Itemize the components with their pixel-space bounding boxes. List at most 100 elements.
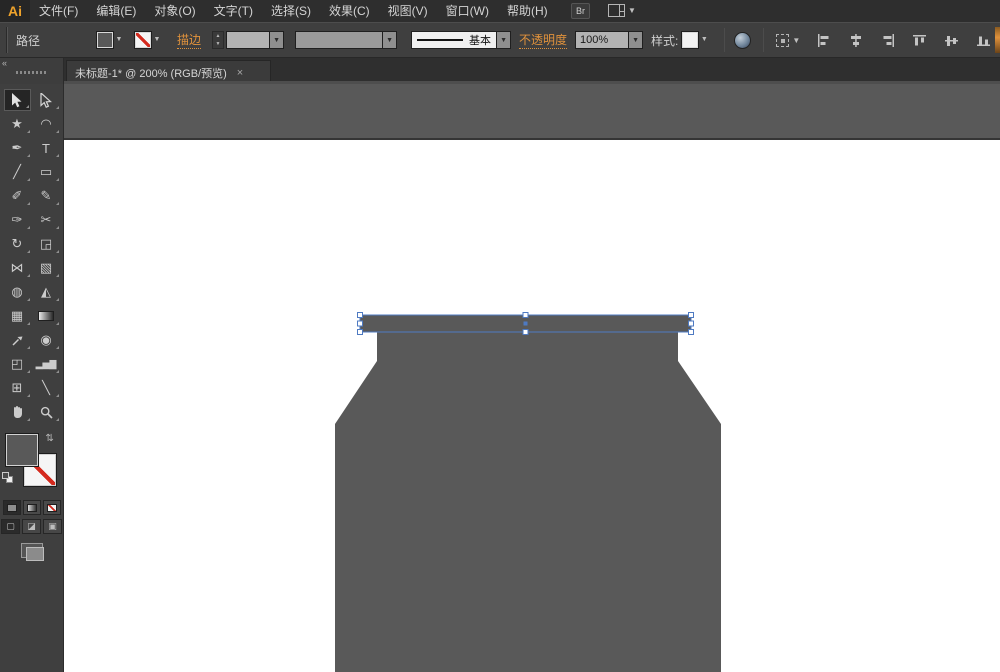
zoom-tool[interactable] (33, 401, 60, 423)
pen-tool[interactable]: ✒ (4, 137, 31, 159)
scissors-tool[interactable]: ✂ (33, 209, 60, 231)
swap-fill-stroke-icon[interactable]: ⇄ (44, 433, 55, 441)
jar-shape[interactable] (335, 332, 721, 672)
chevron-down-icon[interactable]: ▼ (629, 31, 643, 49)
rectangle-tool[interactable]: ▭ (33, 161, 60, 183)
menu-select[interactable]: 选择(S) (262, 0, 320, 22)
paintbrush-tool[interactable]: ✐ (4, 185, 31, 207)
color-mode-button[interactable] (3, 500, 21, 515)
opacity-panel-link[interactable]: 不透明度 (519, 31, 567, 49)
fill-mode-buttons (0, 500, 63, 515)
lasso-tool[interactable]: ◠ (33, 113, 60, 135)
menu-file[interactable]: 文件(F) (30, 0, 87, 22)
type-tool[interactable]: T (33, 137, 60, 159)
workspace-switcher-button[interactable]: ▼ (608, 4, 636, 17)
screen-mode-row (0, 543, 63, 558)
align-top-button[interactable] (912, 33, 928, 47)
perspective-grid-tool[interactable]: ◭ (33, 281, 60, 303)
magic-wand-tool[interactable]: ★ (4, 113, 31, 135)
opacity-dropdown[interactable]: 100% ▼ (575, 31, 643, 49)
fill-well[interactable] (6, 434, 38, 466)
artboard-tool[interactable]: ⊞ (4, 377, 31, 399)
gradient-tool[interactable] (33, 305, 60, 327)
stepper-up-icon[interactable]: ▲ (213, 32, 223, 40)
none-mode-button[interactable] (43, 500, 61, 515)
default-fill-stroke-button[interactable] (2, 472, 14, 484)
tools-panel: ★ ◠ ✒ T ╱ ▭ ✐ ✎ ✑ ✂ ↻ ◲ (0, 84, 64, 672)
transform-menu-button[interactable]: ▼ (776, 34, 800, 47)
draw-normal-button[interactable]: ▢ (1, 519, 20, 534)
pencil-tool[interactable]: ✎ (33, 185, 60, 207)
line-segment-tool[interactable]: ╱ (4, 161, 31, 183)
collapsed-panel-sliver[interactable] (995, 27, 1000, 53)
column-graph-tool[interactable]: ▂▅▇ (33, 353, 60, 375)
chevron-down-icon[interactable]: ▼ (151, 32, 163, 48)
menu-effect[interactable]: 效果(C) (320, 0, 379, 22)
slice-tool[interactable]: ╲ (33, 377, 60, 399)
fill-color-widget[interactable]: ▼ (97, 32, 125, 48)
menu-window[interactable]: 窗口(W) (437, 0, 498, 22)
document-tab[interactable]: 未标题-1* @ 200% (RGB/预览) × (66, 60, 271, 84)
variable-width-profile-dropdown[interactable]: ▼ (295, 31, 397, 49)
scale-tool[interactable]: ◲ (33, 233, 60, 255)
artwork-layer (64, 84, 1000, 672)
menu-help[interactable]: 帮助(H) (498, 0, 557, 22)
fill-color-swatch[interactable] (97, 32, 113, 48)
align-left-button[interactable] (816, 33, 832, 47)
menu-type[interactable]: 文字(T) (205, 0, 262, 22)
blob-brush-tool[interactable]: ✑ (4, 209, 31, 231)
go-to-bridge-button[interactable]: Br (571, 3, 590, 19)
chevron-down-icon[interactable]: ▼ (383, 31, 397, 49)
opacity-value[interactable]: 100% (575, 31, 629, 49)
chevron-down-icon: ▼ (792, 36, 800, 45)
menu-edit[interactable]: 编辑(E) (87, 0, 145, 22)
panel-grip[interactable] (6, 27, 8, 53)
stroke-line-sample (417, 39, 463, 41)
width-tool[interactable]: ⋈ (4, 257, 31, 279)
align-vertical-center-button[interactable] (944, 33, 960, 47)
free-transform-tool[interactable]: ▧ (33, 257, 60, 279)
stroke-width-dropdown[interactable]: ▼ (226, 31, 284, 49)
panel-drag-grip[interactable] (16, 71, 48, 74)
menu-view[interactable]: 视图(V) (379, 0, 437, 22)
change-screen-mode-button[interactable] (21, 543, 43, 558)
graphic-style-swatch[interactable] (682, 32, 698, 48)
chevron-down-icon[interactable]: ▼ (113, 32, 125, 48)
chevron-down-icon[interactable]: ▼ (497, 31, 511, 49)
recolor-artwork-button[interactable] (734, 32, 751, 49)
align-right-button[interactable] (880, 33, 896, 47)
rotate-tool[interactable]: ↻ (4, 233, 31, 255)
stroke-none-swatch[interactable] (135, 32, 151, 48)
close-icon[interactable]: × (237, 67, 243, 79)
gradient-mode-button[interactable] (23, 500, 41, 515)
stroke-color-widget[interactable]: ▼ (135, 32, 163, 48)
brush-basic-label: 基本 (469, 32, 491, 48)
chevron-down-icon[interactable]: ▼ (270, 31, 284, 49)
collapse-panel-icon[interactable]: « (2, 58, 7, 68)
brush-definition-dropdown[interactable]: 基本 ▼ (411, 31, 511, 49)
align-bottom-button[interactable] (976, 33, 992, 47)
direct-selection-tool[interactable] (33, 89, 60, 111)
eyedropper-tool[interactable] (4, 329, 31, 351)
align-horizontal-center-button[interactable] (848, 33, 864, 47)
canvas-area[interactable] (64, 84, 1000, 672)
blend-tool[interactable]: ◉ (33, 329, 60, 351)
draw-inside-button[interactable]: ▣ (43, 519, 62, 534)
stroke-width-stepper[interactable]: ▲ ▼ (212, 31, 224, 49)
menu-object[interactable]: 对象(O) (145, 0, 204, 22)
symbol-sprayer-tool[interactable]: ◰ (4, 353, 31, 375)
width-profile-preview (295, 31, 383, 49)
graphic-style-widget[interactable]: ▼ (682, 32, 710, 48)
hand-tool[interactable] (4, 401, 31, 423)
selection-type-label: 路径 (16, 32, 40, 49)
draw-behind-button[interactable]: ◪ (22, 519, 41, 534)
chevron-down-icon[interactable]: ▼ (698, 32, 710, 48)
stepper-down-icon[interactable]: ▼ (213, 40, 223, 48)
shape-builder-tool[interactable]: ◍ (4, 281, 31, 303)
illustrator-window: Ai 文件(F) 编辑(E) 对象(O) 文字(T) 选择(S) 效果(C) 视… (0, 0, 1000, 672)
stroke-width-value[interactable] (226, 31, 270, 49)
stroke-panel-link[interactable]: 描边 (177, 31, 201, 49)
tools-panel-header[interactable]: « (0, 58, 64, 84)
selection-tool[interactable] (4, 89, 31, 111)
mesh-tool[interactable]: ▦ (4, 305, 31, 327)
